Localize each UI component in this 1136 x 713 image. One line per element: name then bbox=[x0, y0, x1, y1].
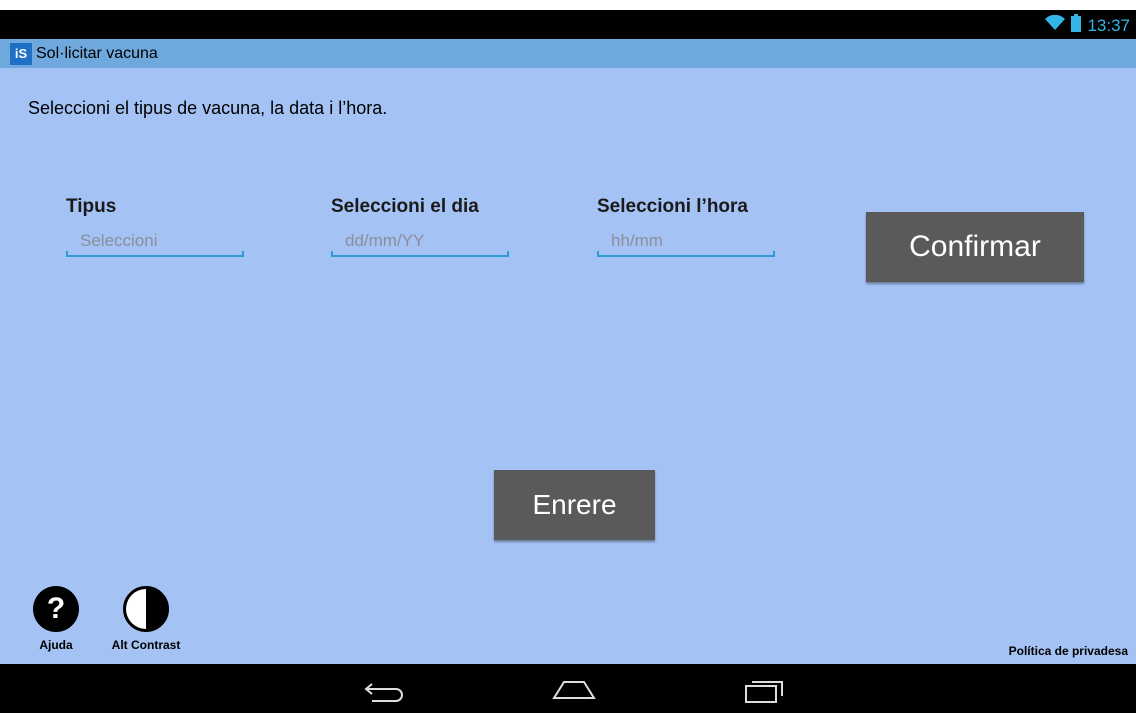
type-field: Tipus Seleccioni bbox=[66, 196, 244, 257]
accessibility-controls: ? Ajuda Alt Contrast bbox=[26, 586, 180, 652]
title-bar: iS Sol·licitar vacuna bbox=[0, 39, 1136, 68]
contrast-control[interactable]: Alt Contrast bbox=[112, 586, 180, 652]
time-label: Seleccioni l’hora bbox=[597, 196, 748, 217]
type-select[interactable]: Seleccioni bbox=[66, 231, 244, 257]
privacy-link[interactable]: Política de privadesa bbox=[1009, 644, 1128, 658]
main-content: Seleccioni el tipus de vacuna, la data i… bbox=[0, 68, 1136, 664]
confirm-button[interactable]: Confirmar bbox=[866, 212, 1084, 282]
clock: 13:37 bbox=[1087, 15, 1130, 35]
wifi-icon bbox=[1045, 14, 1066, 36]
help-control[interactable]: ? Ajuda bbox=[26, 586, 86, 652]
back-button[interactable]: Enrere bbox=[494, 470, 655, 540]
navigation-bar bbox=[0, 664, 1136, 713]
battery-icon bbox=[1071, 14, 1082, 37]
contrast-label: Alt Contrast bbox=[111, 638, 181, 652]
app-logo-letters: iS bbox=[14, 46, 28, 61]
help-icon[interactable]: ? bbox=[33, 586, 79, 632]
help-symbol: ? bbox=[46, 592, 66, 625]
contrast-icon-half bbox=[126, 589, 146, 629]
window-title: Sol·licitar vacuna bbox=[36, 44, 158, 62]
status-icons: 13:37 bbox=[1045, 14, 1130, 37]
type-label: Tipus bbox=[66, 196, 117, 217]
date-label: Seleccioni el dia bbox=[331, 196, 479, 217]
time-field: Seleccioni l’hora hh/mm bbox=[597, 196, 775, 257]
status-bar: 13:37 bbox=[0, 10, 1136, 39]
recents-nav-icon[interactable] bbox=[742, 674, 786, 704]
date-field: Seleccioni el dia dd/mm/YY bbox=[331, 196, 509, 257]
time-input[interactable]: hh/mm bbox=[597, 231, 775, 257]
app-logo-icon: iS bbox=[10, 42, 32, 65]
help-label: Ajuda bbox=[39, 638, 73, 652]
home-nav-icon[interactable] bbox=[552, 674, 596, 704]
back-nav-icon[interactable] bbox=[362, 674, 406, 704]
date-input[interactable]: dd/mm/YY bbox=[331, 231, 509, 257]
instruction-text: Seleccioni el tipus de vacuna, la data i… bbox=[28, 98, 388, 118]
contrast-icon[interactable] bbox=[123, 586, 169, 632]
